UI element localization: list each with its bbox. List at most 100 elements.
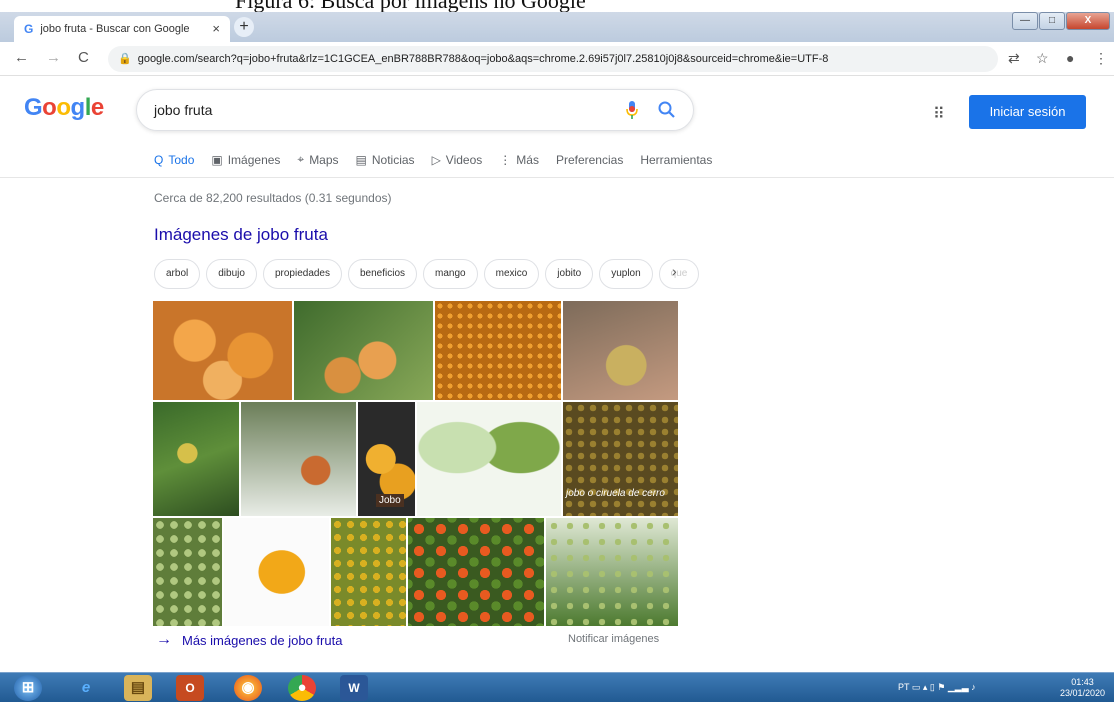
chevron-right-icon[interactable]: › <box>672 263 677 279</box>
chip[interactable]: jobito <box>545 259 594 289</box>
logo-letter: o <box>56 94 71 121</box>
office-icon[interactable]: O <box>176 675 204 701</box>
browser-tab-bar: G jobo fruta - Buscar con Google × + — □… <box>0 12 1114 42</box>
tab-label: Maps <box>309 152 339 167</box>
tab-maps[interactable]: ⌖ Maps <box>297 152 338 167</box>
news-icon: ▤ <box>355 152 367 167</box>
star-icon[interactable]: ☆ <box>1036 50 1049 67</box>
logo-letter: o <box>42 94 57 121</box>
chip[interactable]: arbol <box>154 259 201 289</box>
search-input[interactable]: jobo fruta <box>154 102 212 118</box>
result-image[interactable] <box>153 518 222 626</box>
result-image[interactable]: jobo o ciruela de cerro <box>563 402 678 516</box>
chip[interactable]: mexico <box>483 259 540 289</box>
image-caption: jobo o ciruela de cerro <box>566 488 665 499</box>
browser-tab[interactable]: G jobo fruta - Buscar con Google × <box>14 16 230 42</box>
language-indicator[interactable]: PT <box>898 682 909 692</box>
tab-close-icon[interactable]: × <box>212 21 220 36</box>
chip[interactable]: mango <box>423 259 478 289</box>
google-header: Google jobo fruta ⠿ Iniciar sesión Q Todo… <box>0 76 1114 178</box>
new-tab-button[interactable]: + <box>234 17 254 37</box>
forward-arrow-icon[interactable]: → <box>46 49 61 66</box>
tab-label: Imágenes <box>227 152 281 167</box>
reload-icon[interactable]: C <box>78 49 89 66</box>
file-explorer-icon[interactable]: ▤ <box>124 675 152 701</box>
result-stats: Cerca de 82,200 resultados (0.31 segundo… <box>154 191 392 205</box>
logo-letter: G <box>24 94 43 121</box>
windows-taskbar: ⊞ e ▤ O ◉ ● W PT ▭ ▴ ▯ ⚑ ▁▂▃ ♪ 01:43 23/0… <box>0 672 1114 702</box>
tab-label: Noticias <box>371 152 415 167</box>
tab-label: Preferencias <box>555 152 624 167</box>
result-image[interactable] <box>241 402 356 516</box>
report-images-link[interactable]: Notificar imágenes <box>568 633 659 645</box>
lock-icon: 🔒 <box>118 53 132 65</box>
result-image[interactable] <box>153 402 239 516</box>
maximize-button[interactable]: □ <box>1039 12 1065 30</box>
google-favicon-icon: G <box>24 22 34 36</box>
tab-label: Herramientas <box>640 152 713 167</box>
more-images-link[interactable]: → Más imágenes de jobo fruta <box>156 631 342 649</box>
search-icon[interactable] <box>657 100 677 120</box>
result-image[interactable] <box>435 301 561 400</box>
figure-caption: Figura 6: Busca por imagens no Google <box>0 0 1114 12</box>
tab-preferences[interactable]: Preferencias <box>556 152 623 167</box>
image-grid: Jobo jobo o ciruela de cerro <box>153 301 678 626</box>
tab-tools[interactable]: Herramientas <box>640 152 712 167</box>
result-image[interactable] <box>563 301 678 400</box>
chip[interactable]: dibujo <box>206 259 257 289</box>
word-icon[interactable]: W <box>340 675 368 701</box>
logo-letter: e <box>90 94 104 121</box>
minimize-button[interactable]: — <box>1012 12 1038 30</box>
result-image[interactable] <box>408 518 544 626</box>
tab-all[interactable]: Q Todo <box>154 152 194 167</box>
more-images-label: Más imágenes de jobo fruta <box>182 632 343 648</box>
result-image[interactable] <box>331 518 406 626</box>
apps-grid-icon[interactable]: ⠿ <box>933 104 946 124</box>
tab-label: Videos <box>445 152 483 167</box>
result-image[interactable] <box>153 301 292 400</box>
clock-date: 23/01/2020 <box>1060 688 1106 698</box>
url-input[interactable]: 🔒 google.com/search?q=jobo+fruta&rlz=1C1G… <box>108 46 998 72</box>
result-image[interactable] <box>546 518 678 626</box>
profile-icon[interactable]: ● <box>1066 50 1074 66</box>
tab-videos[interactable]: ▷ Videos <box>432 152 483 167</box>
signin-button[interactable]: Iniciar sesión <box>969 95 1086 129</box>
window-controls: — □ X <box>1012 12 1110 30</box>
images-heading-link[interactable]: Imágenes de jobo fruta <box>154 225 328 245</box>
tab-news[interactable]: ▤ Noticias <box>356 152 415 167</box>
more-dots-icon: ⋮ <box>499 152 512 167</box>
microphone-icon[interactable] <box>625 100 639 120</box>
start-button-icon[interactable]: ⊞ <box>14 675 42 701</box>
internet-explorer-icon[interactable]: e <box>72 675 100 701</box>
tab-title: jobo fruta - Buscar con Google <box>40 23 190 35</box>
result-image[interactable] <box>224 518 329 626</box>
tab-more[interactable]: ⋮ Más <box>499 152 539 167</box>
translate-icon[interactable]: ⇄ <box>1008 50 1020 67</box>
close-window-button[interactable]: X <box>1066 12 1110 30</box>
chip[interactable]: propiedades <box>262 259 342 289</box>
google-logo[interactable]: Google <box>24 94 104 122</box>
chrome-icon[interactable]: ● <box>288 675 316 701</box>
refinement-chips: arbol dibujo propiedades beneficios mang… <box>154 259 700 289</box>
video-icon: ▷ <box>431 152 441 167</box>
url-text: google.com/search?q=jobo+fruta&rlz=1C1GC… <box>137 53 829 65</box>
image-caption: Jobo <box>376 494 404 507</box>
logo-letter: g <box>70 94 86 121</box>
tab-label: Más <box>516 152 539 167</box>
menu-kebab-icon[interactable]: ⋮ <box>1094 50 1108 67</box>
result-image[interactable] <box>294 301 433 400</box>
chip[interactable]: beneficios <box>348 259 418 289</box>
caption-text: Figura 6: Busca por imagens no Google <box>235 0 586 12</box>
back-arrow-icon[interactable]: ← <box>14 49 29 66</box>
result-image[interactable] <box>417 402 561 516</box>
chip[interactable]: que <box>658 259 700 289</box>
tab-images[interactable]: ▣ Imágenes <box>211 152 280 167</box>
firefox-icon[interactable]: ◉ <box>234 675 262 701</box>
result-image[interactable]: Jobo <box>358 402 415 516</box>
clock[interactable]: 01:43 23/01/2020 <box>1060 677 1105 699</box>
search-box[interactable]: jobo fruta <box>136 89 694 131</box>
map-icon: ⌖ <box>297 152 305 166</box>
search-small-icon: Q <box>154 152 164 167</box>
chip[interactable]: yuplon <box>599 259 653 289</box>
system-tray: PT ▭ ▴ ▯ ⚑ ▁▂▃ ♪ <box>898 682 976 692</box>
